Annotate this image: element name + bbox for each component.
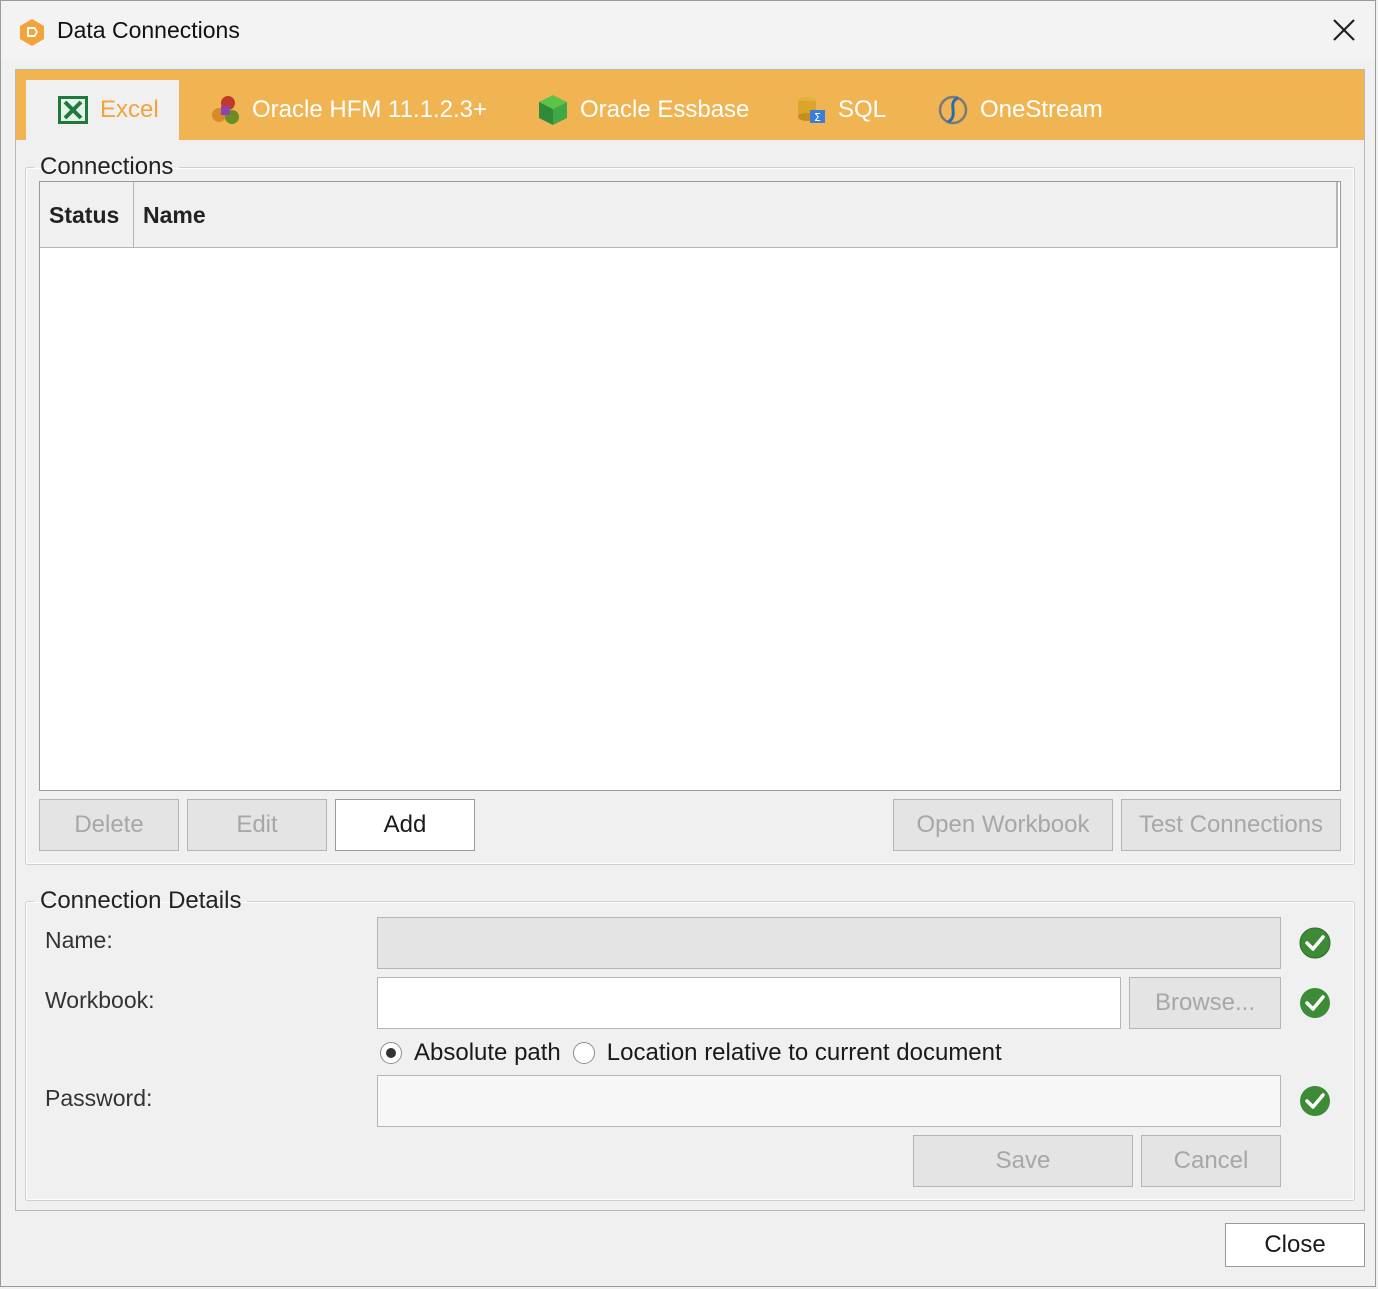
oracle-essbase-icon xyxy=(539,95,567,125)
tab-label: Oracle Essbase xyxy=(580,96,750,123)
save-button[interactable]: Save xyxy=(913,1135,1133,1187)
tab-strip: Excel Oracle HFM 11.1.2.3+ Oracle Essbas… xyxy=(16,70,1364,140)
tab-excel[interactable]: Excel xyxy=(26,80,179,140)
test-connections-button[interactable]: Test Connections xyxy=(1121,799,1341,851)
excel-icon xyxy=(58,96,88,124)
connections-table[interactable]: Status Name xyxy=(39,181,1341,791)
column-header-name[interactable]: Name xyxy=(134,182,434,248)
tab-label: SQL xyxy=(838,96,887,123)
app-logo-icon xyxy=(20,19,44,46)
tab-label: Excel xyxy=(100,96,159,123)
tab-onestream[interactable]: OneStream xyxy=(936,80,1103,140)
sql-icon: Σ xyxy=(798,97,825,124)
workbook-label: Workbook: xyxy=(45,987,155,1013)
tab-oracle-essbase[interactable]: Oracle Essbase xyxy=(536,80,749,140)
absolute-path-label[interactable]: Absolute path xyxy=(414,1039,561,1067)
workbook-field[interactable] xyxy=(377,977,1121,1029)
check-circle-icon xyxy=(1300,1086,1330,1116)
open-workbook-button[interactable]: Open Workbook xyxy=(893,799,1113,851)
svg-text:Σ: Σ xyxy=(814,111,821,124)
cancel-button[interactable]: Cancel xyxy=(1141,1135,1281,1187)
check-circle-icon xyxy=(1300,988,1330,1018)
window-title: Data Connections xyxy=(57,17,240,43)
browse-button[interactable]: Browse... xyxy=(1129,977,1281,1029)
name-field[interactable] xyxy=(377,917,1281,969)
tab-sql[interactable]: Σ SQL xyxy=(794,80,886,140)
relative-location-label[interactable]: Location relative to current document xyxy=(607,1039,1002,1067)
connections-legend: Connections xyxy=(40,153,174,180)
data-connections-window: Data Connections Excel Oracle HFM 11.1.2… xyxy=(0,0,1376,1287)
onestream-icon xyxy=(938,95,968,125)
password-label: Password: xyxy=(45,1085,153,1111)
relative-location-radio[interactable] xyxy=(572,1042,595,1064)
tab-label: OneStream xyxy=(980,96,1103,123)
column-header-status[interactable]: Status xyxy=(40,182,134,248)
absolute-path-radio[interactable] xyxy=(380,1042,402,1064)
table-header: Status Name xyxy=(40,182,1338,248)
close-icon[interactable] xyxy=(1329,15,1359,45)
add-button[interactable]: Add xyxy=(335,799,475,851)
delete-button[interactable]: Delete xyxy=(39,799,179,851)
oracle-hfm-icon xyxy=(212,96,239,124)
name-label: Name: xyxy=(45,927,113,953)
title-bar: Data Connections xyxy=(1,1,1375,61)
tab-oracle-hfm[interactable]: Oracle HFM 11.1.2.3+ xyxy=(208,80,487,140)
edit-button[interactable]: Edit xyxy=(187,799,327,851)
connection-details-legend: Connection Details xyxy=(40,887,242,914)
check-circle-icon xyxy=(1299,927,1331,959)
close-button[interactable]: Close xyxy=(1225,1223,1365,1267)
password-field[interactable] xyxy=(377,1075,1281,1127)
tab-label: Oracle HFM 11.1.2.3+ xyxy=(252,96,487,123)
path-mode-radio-group: Absolute path Location relative to curre… xyxy=(380,1039,1014,1067)
